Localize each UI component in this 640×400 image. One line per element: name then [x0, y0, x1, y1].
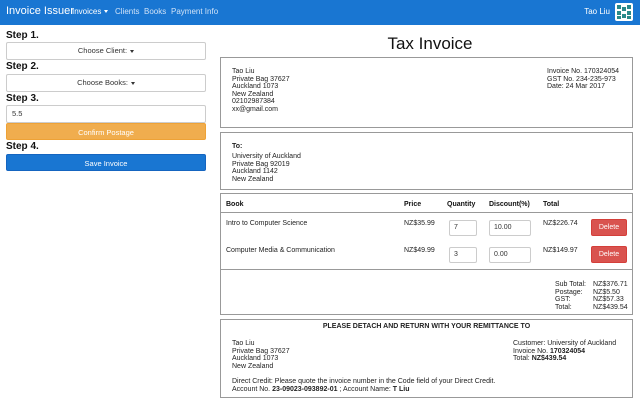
- header-discount: Discount(%): [489, 201, 530, 208]
- account-number: 23-09023-093892-01: [272, 386, 338, 393]
- choose-books-label: Choose Books:: [77, 78, 128, 87]
- top-navbar: Invoice Issuer Invoices Clients Books Pa…: [0, 0, 640, 25]
- confirm-postage-button[interactable]: Confirm Postage: [6, 123, 206, 140]
- customer-value: University of Auckland: [547, 340, 617, 347]
- nav-clients[interactable]: Clients: [115, 7, 139, 16]
- to-label: To:: [232, 143, 243, 150]
- sender-line: New Zealand: [232, 90, 274, 98]
- sender-line: Private Bag 37627: [232, 75, 290, 83]
- table-header-divider: [221, 212, 632, 213]
- nav-payment-info[interactable]: Payment Info: [171, 7, 218, 16]
- to-line: Auckland 1142: [232, 168, 278, 176]
- sender-address: Tao Liu Private Bag 37627 Auckland 1073 …: [232, 68, 290, 114]
- step-1-label: Step 1.: [6, 30, 39, 41]
- meta-line: Invoice No. 170324054: [547, 68, 619, 75]
- header-price: Price: [404, 201, 422, 208]
- direct-credit-note: Direct Credit: Please quote the invoice …: [232, 378, 496, 385]
- avatar-identicon-icon[interactable]: [615, 3, 633, 21]
- invoice-no-label: Invoice No.: [513, 347, 549, 355]
- meta-line: GST No. 234-235-973: [547, 75, 616, 83]
- row-1-delete-button[interactable]: Delete: [591, 219, 627, 236]
- invoice-no-value: 170324054: [549, 347, 586, 355]
- sender-panel: Tao Liu Private Bag 37627 Auckland 1073 …: [220, 57, 633, 128]
- remittance-line: Auckland 1073: [232, 355, 279, 363]
- summary-labels: Sub Total: Postage: GST: Total:: [555, 281, 586, 311]
- summary-value: NZ$57.33: [593, 296, 624, 304]
- chevron-down-icon: [104, 10, 109, 14]
- summary-value: NZ$5.50: [593, 288, 620, 296]
- save-invoice-button[interactable]: Save Invoice: [6, 154, 206, 171]
- summary-label: Total:: [555, 303, 572, 311]
- account-name: T Liu: [392, 386, 410, 393]
- to-line: University of Auckland: [232, 153, 301, 160]
- summary-label: Postage:: [555, 288, 583, 296]
- row-1-discount-input[interactable]: 10.00: [489, 220, 531, 236]
- summary-label: GST:: [555, 296, 571, 304]
- remittance-total-label: Total:: [513, 355, 530, 363]
- sender-line: xx@gmail.com: [232, 105, 279, 113]
- row-1-total: NZ$226.74: [543, 220, 578, 227]
- summary-value: NZ$439.54: [593, 303, 628, 311]
- remittance-line: New Zealand: [232, 362, 274, 370]
- recipient-panel: To: University of Auckland Private Bag 9…: [220, 132, 633, 190]
- row-2-discount-input[interactable]: 0.00: [489, 247, 531, 263]
- invoice-meta: Invoice No. 170324054 GST No. 234-235-97…: [547, 68, 619, 91]
- nav-invoices-label: Invoices: [72, 7, 102, 16]
- user-name[interactable]: Tao Liu: [584, 7, 610, 16]
- account-label: Account No.: [232, 386, 271, 393]
- brand-link[interactable]: Invoice Issuer: [6, 5, 74, 17]
- remittance-panel: PLEASE DETACH AND RETURN WITH YOUR REMIT…: [220, 319, 633, 398]
- chevron-down-icon: [130, 81, 135, 85]
- chevron-down-icon: [130, 49, 135, 53]
- nav-invoices-dropdown[interactable]: Invoices: [72, 7, 109, 16]
- account-name-label: ; Account Name:: [339, 386, 391, 393]
- table-summary-divider: [221, 269, 632, 270]
- remittance-heading: PLEASE DETACH AND RETURN WITH YOUR REMIT…: [322, 323, 531, 330]
- customer-label: Customer:: [513, 340, 546, 347]
- sender-line: 02102987384: [232, 98, 275, 106]
- invoice-title: Tax Invoice: [387, 34, 473, 53]
- postage-input[interactable]: 5.5: [6, 105, 206, 123]
- step-2-label: Step 2.: [6, 61, 39, 72]
- summary-label: Sub Total:: [555, 281, 587, 288]
- step-4-label: Step 4.: [6, 141, 39, 152]
- row-2-total: NZ$149.97: [543, 247, 578, 254]
- row-2-price: NZ$49.99: [404, 247, 435, 254]
- choose-client-select[interactable]: Choose Client:: [6, 42, 206, 60]
- remittance-line: Private Bag 37627: [232, 347, 290, 355]
- meta-line: Date: 24 Mar 2017: [547, 83, 605, 91]
- remittance-summary: Customer: University of Auckland Invoice…: [513, 340, 616, 363]
- row-1-quantity-input[interactable]: 7: [449, 220, 477, 236]
- row-2-book: Computer Media & Communication: [226, 247, 335, 254]
- account-details: Account No. 23-09023-093892-01 ; Account…: [232, 386, 409, 394]
- header-book: Book: [226, 201, 244, 208]
- choose-books-select[interactable]: Choose Books:: [6, 74, 206, 92]
- nav-books[interactable]: Books: [144, 7, 166, 16]
- summary-value: NZ$376.71: [593, 281, 628, 288]
- summary-values: NZ$376.71 NZ$5.50 NZ$57.33 NZ$439.54: [593, 281, 628, 311]
- recipient-address: University of Auckland Private Bag 92019…: [232, 153, 301, 183]
- row-2-quantity-input[interactable]: 3: [449, 247, 477, 263]
- sender-line: Tao Liu: [232, 68, 255, 75]
- sender-line: Auckland 1073: [232, 83, 279, 91]
- header-total: Total: [543, 201, 560, 208]
- step-3-label: Step 3.: [6, 93, 39, 104]
- to-line: New Zealand: [232, 175, 274, 183]
- row-1-price: NZ$35.99: [404, 220, 435, 227]
- items-table: Book Price Quantity Discount(%) Total In…: [220, 193, 633, 315]
- header-quantity: Quantity: [447, 201, 476, 208]
- remittance-address: Tao Liu Private Bag 37627 Auckland 1073 …: [232, 340, 290, 370]
- to-line: Private Bag 92019: [232, 160, 290, 168]
- row-1-book: Intro to Computer Science: [226, 220, 308, 227]
- choose-client-label: Choose Client:: [77, 46, 128, 55]
- row-2-delete-button[interactable]: Delete: [591, 246, 627, 263]
- remittance-line: Tao Liu: [232, 340, 255, 347]
- remittance-total-value: NZ$439.54: [531, 355, 567, 363]
